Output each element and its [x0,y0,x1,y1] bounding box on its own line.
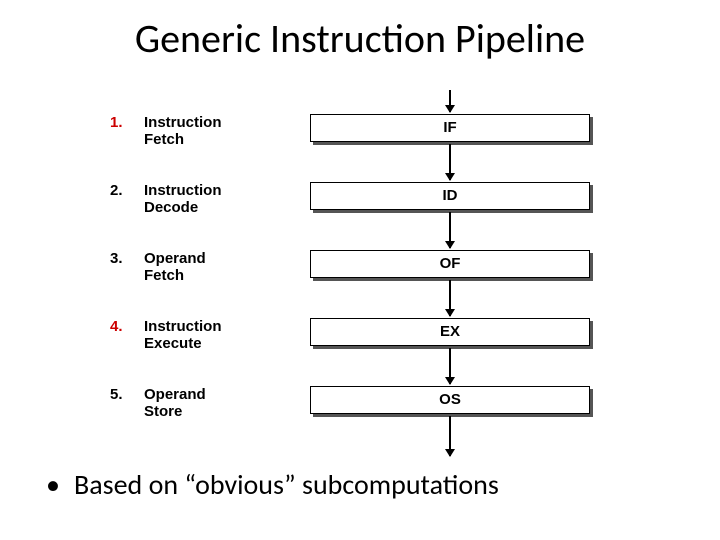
stage-number: 3. [110,250,140,267]
arrow-out [449,416,451,456]
stage-box-of: OF [310,250,590,278]
bullet-dot-icon: • [46,470,74,501]
stage-label-line1: Operand [144,386,206,403]
stage-label-line2: Store [144,403,182,420]
stage-box-if: IF [310,114,590,142]
pipeline-diagram: 1. Instruction Fetch IF 2. Instruction D… [110,90,630,460]
stage-label-line2: Fetch [144,267,184,284]
stage-label-line2: Decode [144,199,198,216]
stage-label: Instruction Decode [144,182,264,217]
stage-label: Instruction Fetch [144,114,264,149]
stage-box-os: OS [310,386,590,414]
arrow-4-5 [449,348,451,384]
bullet-text: Based on “obvious” subcomputations [74,470,499,501]
stage-box-id: ID [310,182,590,210]
arrow-in [449,90,451,112]
stage-number: 1. [110,114,140,131]
stage-label-line1: Instruction [144,318,222,335]
stage-abbr: ID [310,182,590,210]
stage-number: 5. [110,386,140,403]
stage-label: Operand Store [144,386,264,421]
stage-label-line2: Fetch [144,131,184,148]
arrow-3-4 [449,280,451,316]
stage-box-ex: EX [310,318,590,346]
slide-title: Generic Instruction Pipeline [0,14,720,63]
bullet-list: • Based on “obvious” subcomputations [46,470,676,501]
stage-label-line1: Instruction [144,114,222,131]
stage-abbr: OS [310,386,590,414]
stage-number: 2. [110,182,140,199]
slide: Generic Instruction Pipeline 1. Instruct… [0,0,720,540]
stage-label-line1: Instruction [144,182,222,199]
arrow-1-2 [449,144,451,180]
stage-label-line1: Operand [144,250,206,267]
stage-abbr: IF [310,114,590,142]
stage-label-line2: Execute [144,335,202,352]
stage-label: Operand Fetch [144,250,264,285]
stage-number: 4. [110,318,140,335]
stage-label: Instruction Execute [144,318,264,353]
stage-abbr: OF [310,250,590,278]
arrow-2-3 [449,212,451,248]
bullet-item: • Based on “obvious” subcomputations [46,470,676,501]
stage-abbr: EX [310,318,590,346]
